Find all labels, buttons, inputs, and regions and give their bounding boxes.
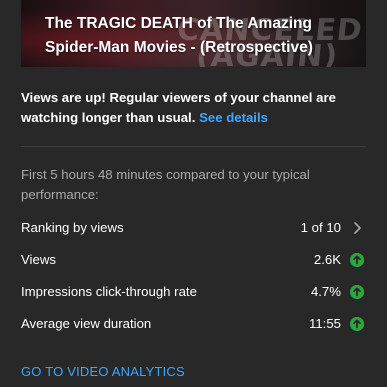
see-details-link[interactable]: See details xyxy=(199,110,268,125)
video-performance-card: CANCELED (AGAIN) The TRAGIC DEATH of The… xyxy=(0,0,387,387)
metric-value: 1 of 10 xyxy=(300,220,341,235)
metric-label: Impressions click-through rate xyxy=(21,284,197,299)
divider xyxy=(21,146,366,147)
comparison-subtitle: First 5 hours 48 minutes compared to you… xyxy=(21,167,310,202)
metric-label: Views xyxy=(21,252,56,267)
video-thumbnail[interactable]: CANCELED (AGAIN) The TRAGIC DEATH of The… xyxy=(21,0,366,67)
metric-value: 2.6K xyxy=(313,252,341,267)
metric-row-ranking[interactable]: Ranking by views 1 of 10 xyxy=(21,218,366,238)
performance-message-text: Views are up! Regular viewers of your ch… xyxy=(21,90,336,125)
metric-row-ctr: Impressions click-through rate 4.7% xyxy=(21,282,366,302)
metric-row-views: Views 2.6K xyxy=(21,250,366,270)
metric-label: Ranking by views xyxy=(21,220,124,235)
metric-value: 4.7% xyxy=(310,284,341,299)
go-to-video-analytics-button[interactable]: GO TO VIDEO ANALYTICS xyxy=(21,362,185,382)
chevron-right-icon[interactable] xyxy=(350,221,364,235)
metric-label: Average view duration xyxy=(21,316,152,331)
arrow-up-icon xyxy=(350,285,364,299)
arrow-up-icon xyxy=(350,253,364,267)
performance-message: Views are up! Regular viewers of your ch… xyxy=(21,88,361,128)
video-title[interactable]: The TRAGIC DEATH of The Amazing Spider-M… xyxy=(45,12,365,60)
metric-value: 11:55 xyxy=(308,316,341,331)
arrow-up-icon xyxy=(350,317,364,331)
metric-row-avg-duration: Average view duration 11:55 xyxy=(21,314,366,334)
